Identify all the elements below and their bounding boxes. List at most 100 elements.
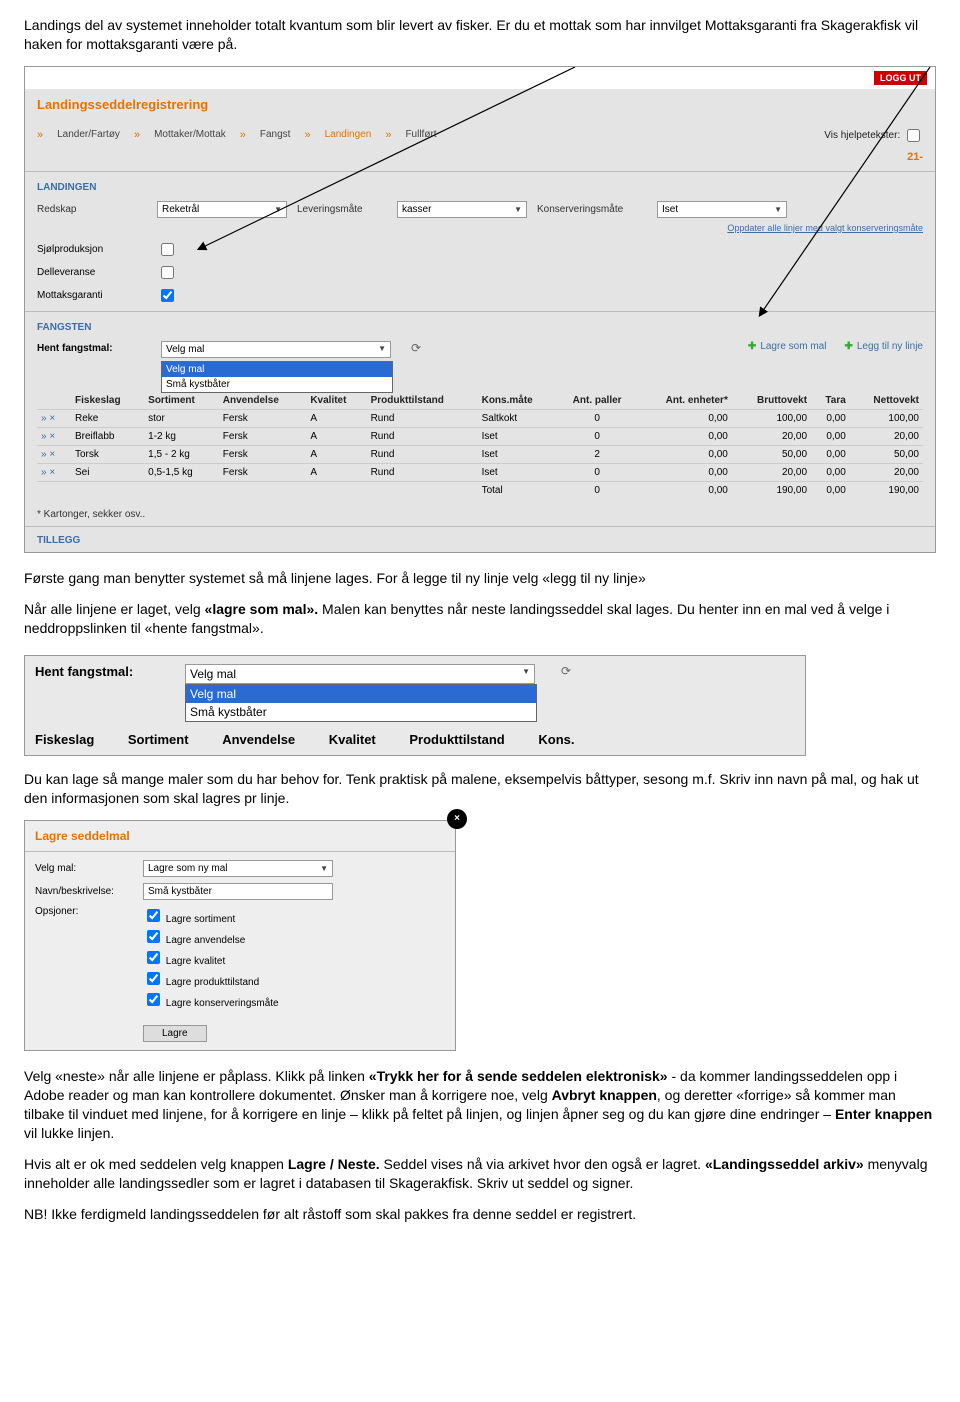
opt-0-checkbox[interactable] bbox=[147, 909, 160, 922]
opsjoner-label: Opsjoner: bbox=[35, 906, 135, 917]
dellev-checkbox[interactable] bbox=[161, 266, 174, 279]
th-brutto: Bruttovekt bbox=[732, 392, 811, 410]
opt-4-label: Lagre konserveringsmåte bbox=[166, 998, 279, 1009]
table-row[interactable]: » × RekestorFerskA RundSaltkokt 00,00 10… bbox=[37, 409, 923, 427]
app-title: Landingsseddelregistrering bbox=[25, 89, 935, 120]
logout-button[interactable]: LOGG UT bbox=[874, 71, 927, 85]
chevron-icon: » bbox=[240, 129, 246, 141]
table-row[interactable]: » × Sei0,5-1,5 kgFerskA RundIset 00,00 2… bbox=[37, 463, 923, 481]
th-kons: Kons.måte bbox=[478, 392, 559, 410]
mini-head-5: Kons. bbox=[538, 732, 574, 747]
para4: Velg «neste» når alle linjene er påplass… bbox=[24, 1067, 936, 1143]
crumb-2[interactable]: Fangst bbox=[260, 129, 291, 141]
mini-opt-0[interactable]: Velg mal bbox=[186, 685, 536, 703]
section-fangsten: FANGSTEN bbox=[25, 311, 935, 337]
sjol-label: Sjølproduksjon bbox=[37, 244, 147, 255]
page-number: 21- bbox=[25, 151, 935, 167]
intro-paragraph: Landings del av systemet inneholder tota… bbox=[24, 16, 936, 54]
konserv-label: Konserveringsmåte bbox=[537, 204, 647, 215]
mini-head-0: Fiskeslag bbox=[35, 732, 94, 747]
th-prod: Produkttilstand bbox=[367, 392, 478, 410]
hent-option-0[interactable]: Velg mal bbox=[162, 362, 392, 377]
opt-2-label: Lagre kvalitet bbox=[166, 956, 225, 967]
mini-hent-list: Velg mal Små kystbåter bbox=[185, 684, 537, 722]
opt-1-checkbox[interactable] bbox=[147, 930, 160, 943]
navn-label: Navn/beskrivelse: bbox=[35, 886, 135, 897]
th-enh: Ant. enheter* bbox=[636, 392, 732, 410]
table-row[interactable]: » × Torsk1,5 - 2 kgFerskA RundIset 20,00… bbox=[37, 445, 923, 463]
mini-head-3: Kvalitet bbox=[329, 732, 376, 747]
app-screenshot-main: LOGG UT Landingsseddelregistrering » Land… bbox=[24, 66, 936, 553]
lever-label: Leveringsmåte bbox=[297, 204, 387, 215]
mini-head-4: Produkttilstand bbox=[409, 732, 504, 747]
para2a: Første gang man benytter systemet så må … bbox=[24, 569, 936, 588]
dellev-label: Delleveranse bbox=[37, 267, 147, 278]
mini-screenshot-hent: Hent fangstmal: Velg mal Velg mal Små ky… bbox=[24, 655, 806, 756]
crumb-3[interactable]: Landingen bbox=[325, 129, 372, 141]
close-icon[interactable]: × bbox=[447, 809, 467, 829]
crumb-4[interactable]: Fullført bbox=[405, 129, 436, 141]
help-toggle[interactable]: Vis hjelpetekster: bbox=[824, 126, 923, 145]
expand-icon[interactable]: » × bbox=[41, 449, 55, 460]
section-landingen: LANDINGEN bbox=[25, 171, 935, 197]
chevron-icon: » bbox=[37, 129, 43, 141]
opsjoner-group: Lagre sortiment Lagre anvendelse Lagre k… bbox=[143, 906, 279, 1011]
chevron-icon: » bbox=[304, 129, 310, 141]
crumb-1[interactable]: Mottaker/Mottak bbox=[154, 129, 226, 141]
save-title: Lagre seddelmal bbox=[25, 821, 455, 852]
update-all-link[interactable]: Oppdater alle linjer med valgt konserver… bbox=[727, 223, 923, 233]
table-total-row: Total 00,00 190,000,00190,00 bbox=[37, 481, 923, 499]
hent-label: Hent fangstmal: bbox=[37, 341, 147, 354]
table-footnote: * Kartonger, sekker osv.. bbox=[25, 503, 935, 526]
crumb-0[interactable]: Lander/Fartøy bbox=[57, 129, 120, 141]
th-kval: Kvalitet bbox=[306, 392, 366, 410]
mottak-label: Mottaksgaranti bbox=[37, 290, 147, 301]
expand-icon[interactable]: » × bbox=[41, 467, 55, 478]
lever-dropdown[interactable]: kasser bbox=[397, 201, 527, 218]
opt-0-label: Lagre sortiment bbox=[166, 914, 235, 925]
velg-mal-label: Velg mal: bbox=[35, 863, 135, 874]
save-template-dialog: × Lagre seddelmal Velg mal: Lagre som ny… bbox=[24, 820, 456, 1051]
para2b: Når alle linjene er laget, velg «lagre s… bbox=[24, 600, 936, 638]
chevron-icon: » bbox=[385, 129, 391, 141]
catch-table: Fiskeslag Sortiment Anvendelse Kvalitet … bbox=[37, 392, 923, 499]
legg-til-linje-link[interactable]: ✚Legg til ny linje bbox=[844, 341, 923, 352]
th-tara: Tara bbox=[811, 392, 850, 410]
hent-dropdown-list: Velg mal Små kystbåter bbox=[161, 361, 393, 393]
th-netto: Nettovekt bbox=[850, 392, 923, 410]
expand-icon[interactable]: » × bbox=[41, 431, 55, 442]
refresh-icon[interactable]: ⟳ bbox=[411, 341, 421, 355]
hent-option-1[interactable]: Små kystbåter bbox=[162, 377, 392, 392]
breadcrumb: »Lander/Fartøy »Mottaker/Mottak »Fangst … bbox=[25, 120, 935, 151]
para5: Hvis alt er ok med seddelen velg knappen… bbox=[24, 1155, 936, 1193]
chevron-icon: » bbox=[134, 129, 140, 141]
mini-hent-dropdown[interactable]: Velg mal bbox=[185, 664, 535, 684]
konserv-dropdown[interactable]: Iset bbox=[657, 201, 787, 218]
lagre-som-mal-link[interactable]: ✚Lagre som mal bbox=[748, 341, 827, 352]
mini-head-2: Anvendelse bbox=[222, 732, 295, 747]
help-checkbox[interactable] bbox=[907, 129, 920, 142]
opt-1-label: Lagre anvendelse bbox=[166, 935, 246, 946]
para6: NB! Ikke ferdigmeld landingsseddelen før… bbox=[24, 1205, 936, 1224]
navn-input[interactable] bbox=[143, 883, 333, 900]
lagre-button[interactable]: Lagre bbox=[143, 1025, 207, 1042]
th-anv: Anvendelse bbox=[219, 392, 307, 410]
opt-3-label: Lagre produkttilstand bbox=[166, 977, 259, 988]
th-paller: Ant. paller bbox=[558, 392, 636, 410]
redskap-dropdown[interactable]: Reketrål bbox=[157, 201, 287, 218]
expand-icon[interactable]: » × bbox=[41, 413, 55, 424]
mini-head-1: Sortiment bbox=[128, 732, 189, 747]
section-tillegg: TILLEGG bbox=[25, 526, 935, 552]
redskap-label: Redskap bbox=[37, 204, 147, 215]
velg-mal-dropdown[interactable]: Lagre som ny mal bbox=[143, 860, 333, 877]
opt-2-checkbox[interactable] bbox=[147, 951, 160, 964]
mini-opt-1[interactable]: Små kystbåter bbox=[186, 703, 536, 721]
opt-4-checkbox[interactable] bbox=[147, 993, 160, 1006]
hent-dropdown[interactable]: Velg mal bbox=[161, 341, 391, 358]
sjol-checkbox[interactable] bbox=[161, 243, 174, 256]
table-row[interactable]: » × Breiflabb1-2 kgFerskA RundIset 00,00… bbox=[37, 427, 923, 445]
opt-3-checkbox[interactable] bbox=[147, 972, 160, 985]
mini-hent-label: Hent fangstmal: bbox=[35, 664, 165, 679]
mottak-checkbox[interactable] bbox=[161, 289, 174, 302]
refresh-icon[interactable]: ⟳ bbox=[561, 664, 571, 678]
